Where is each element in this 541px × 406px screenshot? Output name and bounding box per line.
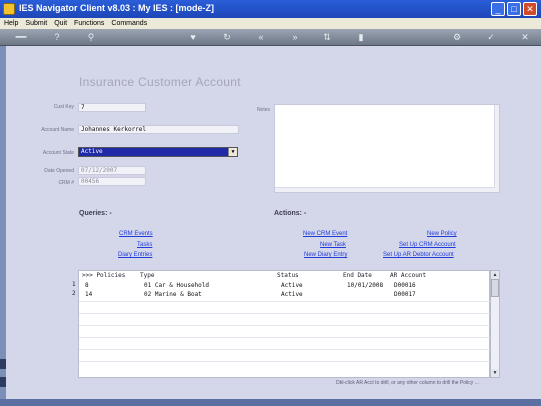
column-type[interactable]: Type <box>140 272 154 279</box>
column-ar-account[interactable]: AR Account <box>390 272 426 279</box>
minimize-icon[interactable]: _ <box>491 2 505 16</box>
menubar: Help Submit Quit Functions Commands <box>0 18 541 29</box>
crm-number-field[interactable]: 00456 <box>78 177 146 186</box>
window-titlebar: IES Navigator Client v8.03 : My IES : [m… <box>0 0 541 18</box>
row-number: 1 <box>72 281 76 288</box>
chevron-down-icon[interactable]: ▼ <box>228 148 237 156</box>
notes-horizontal-scrollbar[interactable] <box>275 187 495 192</box>
set-up-crm-account-link[interactable]: Set Up CRM Account <box>399 242 456 248</box>
date-opened-label: Date Opened <box>44 168 74 174</box>
close-window-icon[interactable]: ✕ <box>523 2 537 16</box>
window-title: IES Navigator Client v8.03 : My IES : [m… <box>19 3 215 13</box>
end-date-cell[interactable]: 10/01/2008 <box>347 282 383 289</box>
row-divider <box>79 301 491 302</box>
table-hint: Dbl-click AR Acct to drill, or any other… <box>336 380 479 386</box>
status-cell[interactable]: Active <box>281 282 303 289</box>
new-policy-link[interactable]: New Policy <box>427 231 457 237</box>
menu-quit[interactable]: Quit <box>54 20 67 27</box>
cust-key-label: Cust Key <box>53 104 74 110</box>
table-row[interactable]: 8 01 Car & Household Active 10/01/2008 D… <box>79 282 491 290</box>
sort-icon[interactable]: ⇅ <box>320 31 334 44</box>
close-icon[interactable]: ✕ <box>518 31 532 44</box>
favorite-icon[interactable]: ♥ <box>186 31 200 44</box>
account-state-select[interactable]: Active ▼ <box>78 147 238 157</box>
next-icon[interactable]: » <box>288 31 302 44</box>
table-scrollbar[interactable]: ▲ ▼ <box>490 270 500 378</box>
new-task-link[interactable]: New Task <box>320 242 346 248</box>
menu-help[interactable]: Help <box>4 20 18 27</box>
row-divider <box>79 349 491 350</box>
scroll-down-icon[interactable]: ▼ <box>491 369 499 377</box>
policies-table[interactable]: >>> Policies Type Status End Date AR Acc… <box>78 270 491 378</box>
actions-heading: Actions: - <box>274 210 307 217</box>
notes-vertical-scrollbar[interactable] <box>494 105 499 192</box>
toolbar: ━━ ? ⚲ ♥ ↻ « » ⇅ ▮ ⚙ ✓ ✕ <box>0 29 541 46</box>
tasks-link[interactable]: Tasks <box>137 242 152 248</box>
settings-icon[interactable]: ⚙ <box>450 31 464 44</box>
table-header: >>> Policies Type Status End Date AR Acc… <box>79 272 491 280</box>
status-cell[interactable]: Active <box>281 291 303 298</box>
type-cell[interactable]: 02 Marine & Boat <box>144 291 202 298</box>
menu-functions[interactable]: Functions <box>74 20 104 27</box>
crm-events-link[interactable]: CRM Events <box>119 231 153 237</box>
row-divider <box>79 337 491 338</box>
diary-entries-link[interactable]: Diary Entries <box>118 252 152 258</box>
column-end-date[interactable]: End Date <box>343 272 372 279</box>
search-icon[interactable]: ⚲ <box>84 31 98 44</box>
scroll-up-icon[interactable]: ▲ <box>491 271 499 279</box>
notes-textarea[interactable] <box>274 104 500 193</box>
list-icon[interactable]: ▮ <box>354 31 368 44</box>
row-divider <box>79 313 491 314</box>
prev-icon[interactable]: « <box>254 31 268 44</box>
menu-commands[interactable]: Commands <box>111 20 147 27</box>
account-state-label: Account State <box>42 150 74 156</box>
menu-submit[interactable]: Submit <box>25 20 47 27</box>
queries-heading: Queries: - <box>79 210 112 217</box>
row-divider <box>79 325 491 326</box>
policy-cell[interactable]: 8 <box>85 282 89 289</box>
table-row[interactable]: 14 02 Marine & Boat Active D00017 <box>79 291 491 299</box>
app-icon <box>3 3 15 15</box>
column-policies[interactable]: >>> Policies <box>82 272 125 279</box>
scroll-thumb[interactable] <box>491 279 499 297</box>
new-crm-event-link[interactable]: New CRM Event <box>303 231 347 237</box>
account-name-label: Account Name <box>41 127 74 133</box>
notes-label: Notes <box>256 107 270 113</box>
set-up-ar-debtor-account-link[interactable]: Set Up AR Debtor Account <box>383 252 454 258</box>
status-bar <box>0 399 541 406</box>
help-icon[interactable]: ? <box>50 31 64 44</box>
new-diary-entry-link[interactable]: New Diary Entry <box>304 252 347 258</box>
refresh-icon[interactable]: ↻ <box>220 31 234 44</box>
ar-account-cell[interactable]: D00017 <box>394 291 416 298</box>
type-cell[interactable]: 01 Car & Household <box>144 282 209 289</box>
page-title: Insurance Customer Account <box>79 75 241 89</box>
policy-cell[interactable]: 14 <box>85 291 92 298</box>
back-icon[interactable]: ━━ <box>10 31 32 44</box>
cust-key-field[interactable]: 7 <box>78 103 146 112</box>
ar-account-cell[interactable]: D00016 <box>394 282 416 289</box>
maximize-icon[interactable]: □ <box>507 2 521 16</box>
account-name-field[interactable]: Johannes Kerkorrel <box>78 125 239 134</box>
column-status[interactable]: Status <box>277 272 299 279</box>
date-opened-field[interactable]: 07/12/2007 <box>78 166 146 175</box>
crm-number-label: CRM # <box>58 180 74 186</box>
row-divider <box>79 361 491 362</box>
account-state-value: Active <box>81 148 103 155</box>
row-number: 2 <box>72 290 76 297</box>
ok-icon[interactable]: ✓ <box>484 31 498 44</box>
